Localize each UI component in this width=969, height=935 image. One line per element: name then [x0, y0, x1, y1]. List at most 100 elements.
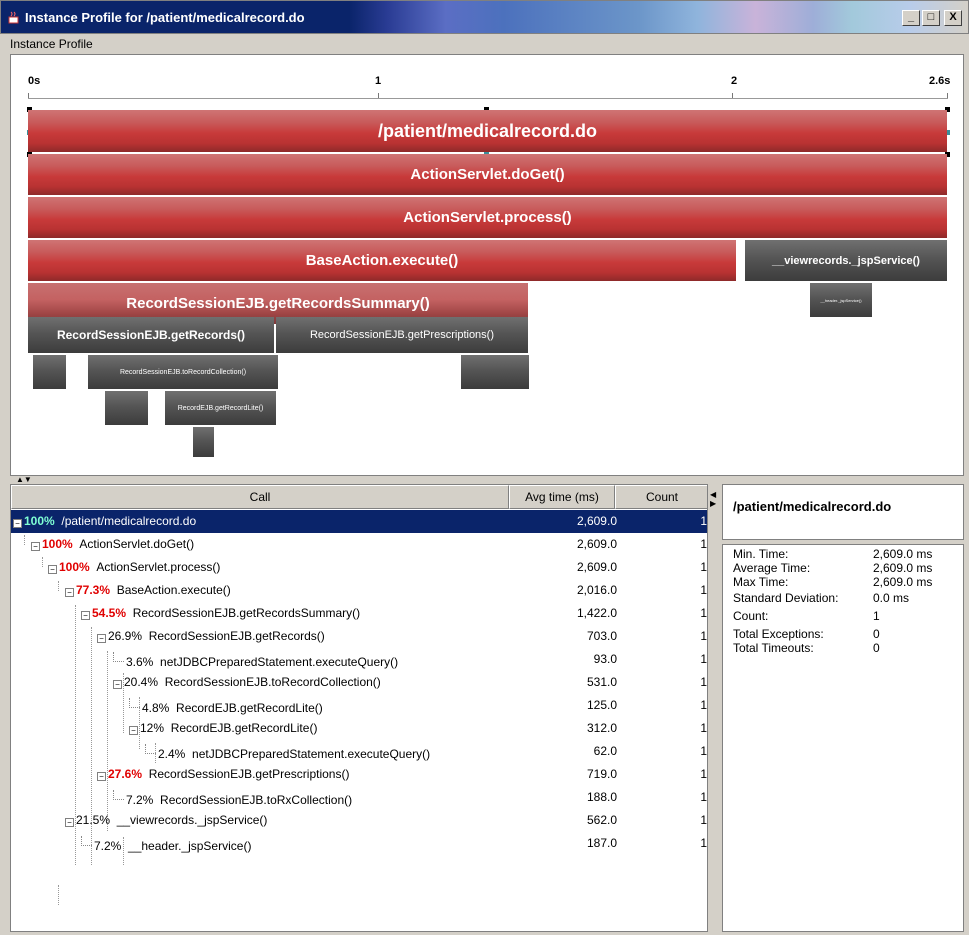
row-avg-time: 188.0	[586, 790, 617, 804]
tick-label-3: 2.6s	[929, 75, 951, 87]
collapse-icon[interactable]: −	[97, 772, 106, 781]
flame-bar-getrecordlite-b[interactable]: RecordEJB.getRecordLite()	[165, 391, 276, 425]
row-call-name: RecordEJB.getRecordLite()	[170, 721, 318, 735]
collapse-icon[interactable]: −	[65, 588, 74, 597]
row-call-name: ActionServlet.process()	[96, 560, 221, 574]
tree-elbow	[113, 790, 124, 800]
vertical-splitter[interactable]: ◀ ▶	[710, 490, 720, 510]
table-row-getrecords[interactable]: −26.9% RecordSessionEJB.getRecords() 703…	[11, 625, 707, 648]
row-percent: 12%	[140, 721, 165, 735]
table-row-executequery-b[interactable]: 2.4% netJDBCPreparedStatement.executeQue…	[11, 740, 707, 763]
time-axis	[28, 98, 948, 99]
stats-box: Min. Time: 2,609.0 ms Average Time: 2,609.…	[722, 544, 964, 932]
flame-bar-header-jspservice[interactable]: __header._jspService()	[810, 283, 872, 317]
column-header-count[interactable]: Count	[615, 485, 707, 509]
row-count: 1	[700, 537, 707, 551]
flame-bar-doget[interactable]: ActionServlet.doGet()	[28, 154, 947, 195]
row-avg-time: 187.0	[586, 836, 617, 850]
row-count: 1	[700, 790, 707, 804]
flame-bar-executequery[interactable]	[33, 355, 66, 389]
row-avg-time: 1,422.0	[576, 606, 617, 620]
row-count: 1	[700, 813, 707, 827]
row-avg-time: 62.0	[593, 744, 617, 758]
window-title-bar[interactable]: Instance Profile for /patient/medicalrec…	[0, 0, 969, 34]
row-percent: 100%	[59, 560, 90, 574]
table-row-viewrecords-jspservice[interactable]: −21.5% __viewrecords._jspService() 562.0…	[11, 809, 707, 832]
flame-bar-process[interactable]: ActionServlet.process()	[28, 197, 947, 238]
collapse-icon[interactable]: −	[65, 818, 74, 827]
row-percent: 100%	[24, 514, 55, 528]
column-header-avg-time[interactable]: Avg time (ms)	[509, 485, 615, 509]
tree-elbow	[145, 744, 156, 754]
row-percent: 20.4%	[124, 675, 159, 689]
row-call-name: netJDBCPreparedStatement.executeQuery()	[192, 747, 431, 761]
collapse-icon[interactable]: −	[31, 542, 40, 551]
row-percent: 27.6%	[108, 767, 143, 781]
flame-bar-viewrecords-jspservice[interactable]: __viewrecords._jspService()	[745, 240, 947, 281]
close-button[interactable]: X	[944, 10, 962, 26]
collapse-icon[interactable]: −	[97, 634, 106, 643]
table-row-doget[interactable]: −100% ActionServlet.doGet() 2,609.0 1	[11, 533, 707, 556]
table-row-process[interactable]: −100% ActionServlet.process() 2,609.0 1	[11, 556, 707, 579]
row-count: 1	[700, 606, 707, 620]
tick-label-2: 2	[731, 75, 738, 87]
table-row-torecordcollection[interactable]: −20.4% RecordSessionEJB.toRecordCollecti…	[11, 671, 707, 694]
row-call-name: RecordSessionEJB.getRecords()	[148, 629, 325, 643]
call-tree-table[interactable]: Call Avg time (ms) Count −100% /patient/…	[10, 484, 708, 932]
row-avg-time: 2,609.0	[576, 514, 617, 528]
flame-bar-torecordcollection[interactable]: RecordSessionEJB.toRecordCollection()	[88, 355, 278, 389]
flame-bar-getrecordlite-a[interactable]	[105, 391, 148, 425]
details-title: /patient/medicalrecord.do	[733, 499, 892, 514]
row-avg-time: 93.0	[593, 652, 617, 666]
flame-bar-getrecords[interactable]: RecordSessionEJB.getRecords()	[28, 317, 274, 353]
collapse-icon[interactable]: −	[129, 726, 138, 735]
row-count: 1	[700, 583, 707, 597]
collapse-icon[interactable]: −	[81, 611, 90, 620]
row-avg-time: 719.0	[586, 767, 617, 781]
tick-label-1: 1	[375, 75, 382, 87]
row-avg-time: 2,016.0	[576, 583, 617, 597]
row-call-name: netJDBCPreparedStatement.executeQuery()	[160, 655, 399, 669]
tree-elbow	[81, 836, 92, 846]
table-row-torxcollection[interactable]: 7.2% RecordSessionEJB.toRxCollection() 1…	[11, 786, 707, 809]
row-percent: 100%	[42, 537, 73, 551]
row-call-name: ActionServlet.doGet()	[79, 537, 195, 551]
row-avg-time: 125.0	[586, 698, 617, 712]
row-count: 1	[700, 514, 707, 528]
row-count: 1	[700, 675, 707, 689]
collapse-icon[interactable]: −	[48, 565, 57, 574]
row-percent: 77.3%	[76, 583, 111, 597]
row-avg-time: 2,609.0	[576, 537, 617, 551]
row-percent: 2.4%	[158, 747, 186, 761]
row-percent: 7.2%	[94, 839, 122, 853]
flame-bar-medicalrecord[interactable]: /patient/medicalrecord.do	[28, 110, 947, 152]
row-call-name: __viewrecords._jspService()	[116, 813, 268, 827]
details-panel: /patient/medicalrecord.do Min. Time: 2,60…	[722, 484, 964, 932]
table-row-getprescriptions[interactable]: −27.6% RecordSessionEJB.getPrescriptions…	[11, 763, 707, 786]
collapse-icon[interactable]: −	[113, 680, 122, 689]
flame-bar-baseaction-execute[interactable]: BaseAction.execute()	[28, 240, 736, 281]
row-percent: 3.6%	[126, 655, 154, 669]
minimize-button[interactable]: _	[902, 10, 920, 26]
table-row-getrecordlite-a[interactable]: 4.8% RecordEJB.getRecordLite() 125.0 1	[11, 694, 707, 717]
flame-bar-getprescriptions[interactable]: RecordSessionEJB.getPrescriptions()	[276, 317, 528, 353]
horizontal-splitter[interactable]: ▲▼	[10, 476, 964, 484]
row-count: 1	[700, 698, 707, 712]
table-row-baseaction-execute[interactable]: −77.3% BaseAction.execute() 2,016.0 1	[11, 579, 707, 602]
splitter-arrows-icon[interactable]: ▲▼	[16, 476, 32, 484]
table-row-executequery[interactable]: 3.6% netJDBCPreparedStatement.executeQue…	[11, 648, 707, 671]
flame-bar-executequery-b[interactable]	[193, 427, 214, 457]
table-row-getrecordssummary[interactable]: −54.5% RecordSessionEJB.getRecordsSummar…	[11, 602, 707, 625]
table-row-getrecordlite-b[interactable]: −12% RecordEJB.getRecordLite() 312.0 1	[11, 717, 707, 740]
row-avg-time: 312.0	[586, 721, 617, 735]
row-percent: 7.2%	[126, 793, 154, 807]
collapse-icon[interactable]: −	[13, 519, 22, 528]
java-app-icon	[8, 11, 19, 24]
row-count: 1	[700, 652, 707, 666]
flame-bar-torxcollection[interactable]	[461, 355, 529, 389]
maximize-button[interactable]: □	[922, 10, 940, 26]
column-header-call[interactable]: Call	[11, 485, 509, 509]
table-row-header-jspservice[interactable]: 7.2% __header._jspService() 187.0 1	[11, 832, 707, 855]
table-row-medicalrecord[interactable]: −100% /patient/medicalrecord.do 2,609.0 …	[11, 510, 707, 533]
row-call-name: RecordSessionEJB.getPrescriptions()	[148, 767, 350, 781]
